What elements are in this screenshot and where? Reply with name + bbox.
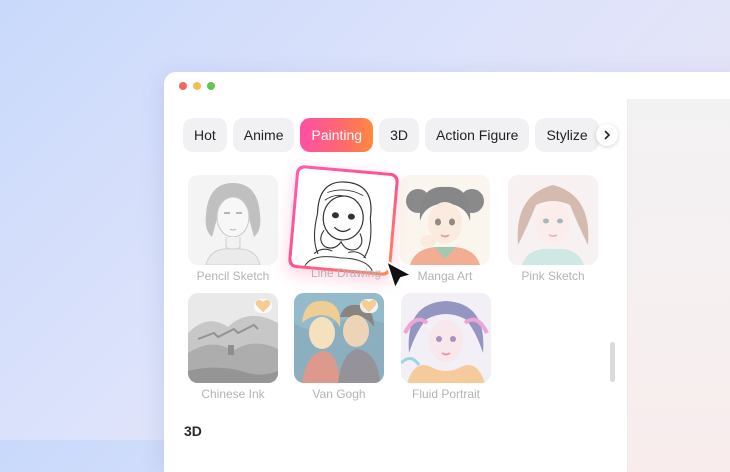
- chinese-ink-thumbnail: [188, 293, 278, 383]
- tab-painting[interactable]: Painting: [300, 118, 374, 152]
- pencil-sketch-thumbnail: [188, 175, 278, 265]
- section-heading-3d: 3D: [184, 423, 202, 439]
- heart-icon: [255, 299, 271, 313]
- style-category-tabs: Hot Anime Painting 3D Action Figure Styl…: [183, 118, 599, 152]
- pink-sketch-thumbnail: [508, 175, 598, 265]
- window-controls: [179, 82, 215, 90]
- tab-hot[interactable]: Hot: [183, 118, 227, 152]
- style-label: Pink Sketch: [521, 269, 585, 283]
- van-gogh-thumbnail: [294, 293, 384, 383]
- style-label: Pencil Sketch: [196, 269, 270, 283]
- line-drawing-thumbnail: [290, 167, 397, 274]
- style-label: Chinese Ink: [201, 387, 265, 401]
- style-label: Fluid Portrait: [411, 387, 481, 401]
- heart-badge: [360, 299, 378, 313]
- style-label: Van Gogh: [312, 387, 366, 401]
- minimize-window-dot[interactable]: [193, 82, 201, 90]
- preview-pane: [627, 99, 730, 472]
- app-window: Hot Anime Painting 3D Action Figure Styl…: [164, 72, 730, 472]
- tab-action-figure[interactable]: Action Figure: [424, 118, 530, 152]
- tab-3d[interactable]: 3D: [379, 118, 419, 152]
- manga-art-thumbnail: [400, 175, 490, 265]
- scrollbar-thumb[interactable]: [610, 342, 615, 382]
- mouse-cursor-icon: [384, 259, 414, 291]
- heart-badge: [254, 299, 272, 313]
- maximize-window-dot[interactable]: [207, 82, 215, 90]
- tab-stylize[interactable]: Stylize: [535, 118, 599, 152]
- close-window-dot[interactable]: [179, 82, 187, 90]
- chevron-right-icon: [604, 130, 611, 140]
- heart-icon: [361, 299, 377, 313]
- tabs-next-button[interactable]: [596, 124, 618, 146]
- fluid-portrait-thumbnail: [401, 293, 491, 383]
- tab-anime[interactable]: Anime: [232, 118, 295, 152]
